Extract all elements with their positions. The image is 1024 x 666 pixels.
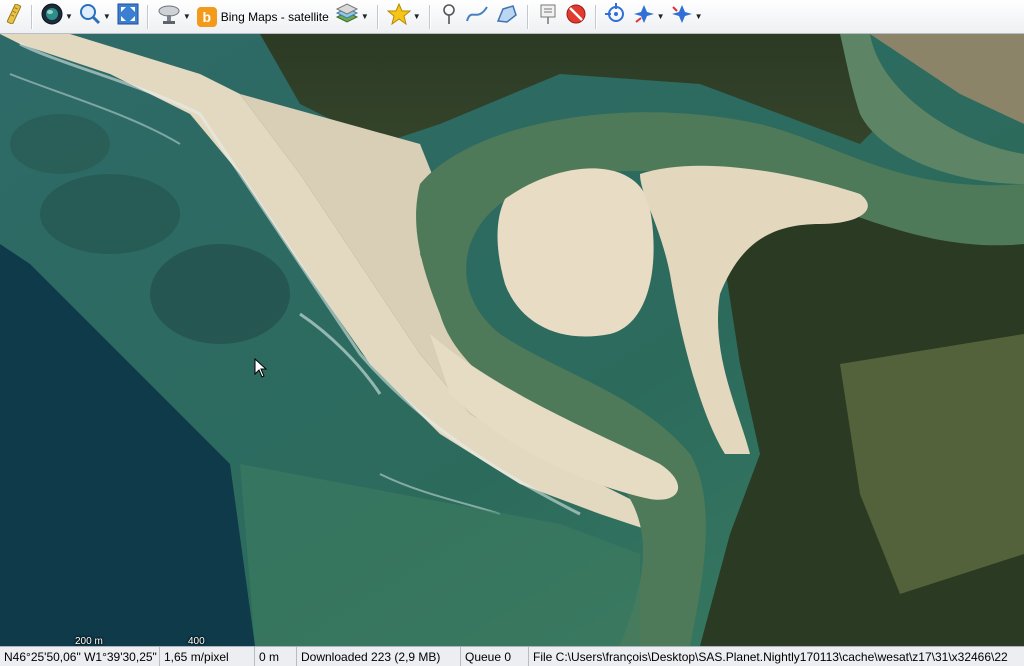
gps-button[interactable] — [602, 3, 630, 31]
zoom-button[interactable]: ▼ — [76, 3, 114, 31]
satellite-imagery — [0, 34, 1024, 646]
layers-icon — [335, 3, 359, 30]
globe-button[interactable]: ▼ — [38, 3, 76, 31]
zoom-icon — [79, 3, 101, 30]
labels-button[interactable] — [534, 3, 562, 31]
satellite-map-view[interactable]: 200 m 400 m — [0, 34, 1024, 646]
ruler-icon — [5, 3, 23, 29]
ruler-button[interactable] — [2, 3, 26, 31]
map-type-button[interactable]: b Bing Maps - satellite — [194, 3, 332, 31]
map-type-label: Bing Maps - satellite — [220, 9, 329, 24]
delete-button[interactable] — [562, 3, 590, 31]
gps-settings-icon — [671, 3, 693, 30]
scale-label-200: 200 m — [75, 636, 103, 646]
status-downloaded: Downloaded 223 (2,9 MB) — [297, 647, 461, 666]
gps-icon — [604, 3, 627, 30]
status-queue: Queue 0 — [461, 647, 529, 666]
mouse-cursor-icon — [254, 358, 268, 378]
gps-track-icon — [633, 3, 655, 30]
add-polygon-button[interactable] — [492, 3, 522, 31]
status-bar: N46°25'50,06" W1°39'30,25" 1,65 m/pixel … — [0, 646, 1024, 666]
chevron-down-icon[interactable]: ▼ — [103, 12, 111, 21]
favorites-star-icon — [386, 2, 412, 30]
toolbar-separator — [594, 4, 597, 29]
toolbar-separator — [526, 4, 529, 29]
add-path-button[interactable] — [462, 3, 492, 31]
bing-maps-icon: b — [196, 6, 217, 27]
placemark-icon — [439, 3, 459, 30]
status-coordinates: N46°25'50,06" W1°39'30,25" — [0, 647, 160, 666]
fullscreen-button[interactable] — [114, 3, 142, 31]
chevron-down-icon[interactable]: ▼ — [413, 12, 421, 21]
toolbar-separator — [428, 4, 431, 29]
main-toolbar: ▼ ▼ ▼ b Bing Maps - satellite ▼ ▼ ▼ ▼ — [0, 0, 1024, 34]
status-distance: 0 m — [255, 647, 297, 666]
scale-label-400: 400 m — [188, 636, 205, 646]
source-button[interactable]: ▼ — [154, 3, 194, 31]
fullscreen-icon — [117, 3, 139, 30]
chevron-down-icon[interactable]: ▼ — [695, 12, 703, 21]
scale-bar: 200 m 400 m — [0, 634, 205, 646]
add-placemark-button[interactable] — [436, 3, 462, 31]
label-icon — [537, 3, 559, 30]
status-file-path: File C:\Users\françois\Desktop\SAS.Plane… — [533, 649, 1008, 664]
toolbar-separator — [376, 4, 379, 29]
satellite-dish-icon — [157, 3, 181, 30]
globe-icon — [41, 3, 63, 30]
gps-settings-button[interactable]: ▼ — [668, 3, 706, 31]
path-icon — [465, 3, 489, 30]
polygon-icon — [495, 3, 519, 30]
status-resolution: 1,65 m/pixel — [160, 647, 255, 666]
delete-icon — [565, 3, 587, 30]
toolbar-separator — [146, 4, 149, 29]
gps-track-button[interactable]: ▼ — [630, 3, 668, 31]
chevron-down-icon[interactable]: ▼ — [657, 12, 665, 21]
layers-button[interactable]: ▼ — [332, 3, 372, 31]
chevron-down-icon[interactable]: ▼ — [65, 12, 73, 21]
chevron-down-icon[interactable]: ▼ — [183, 12, 191, 21]
toolbar-separator — [31, 4, 33, 29]
favorites-button[interactable]: ▼ — [384, 2, 424, 31]
chevron-down-icon[interactable]: ▼ — [361, 12, 369, 21]
